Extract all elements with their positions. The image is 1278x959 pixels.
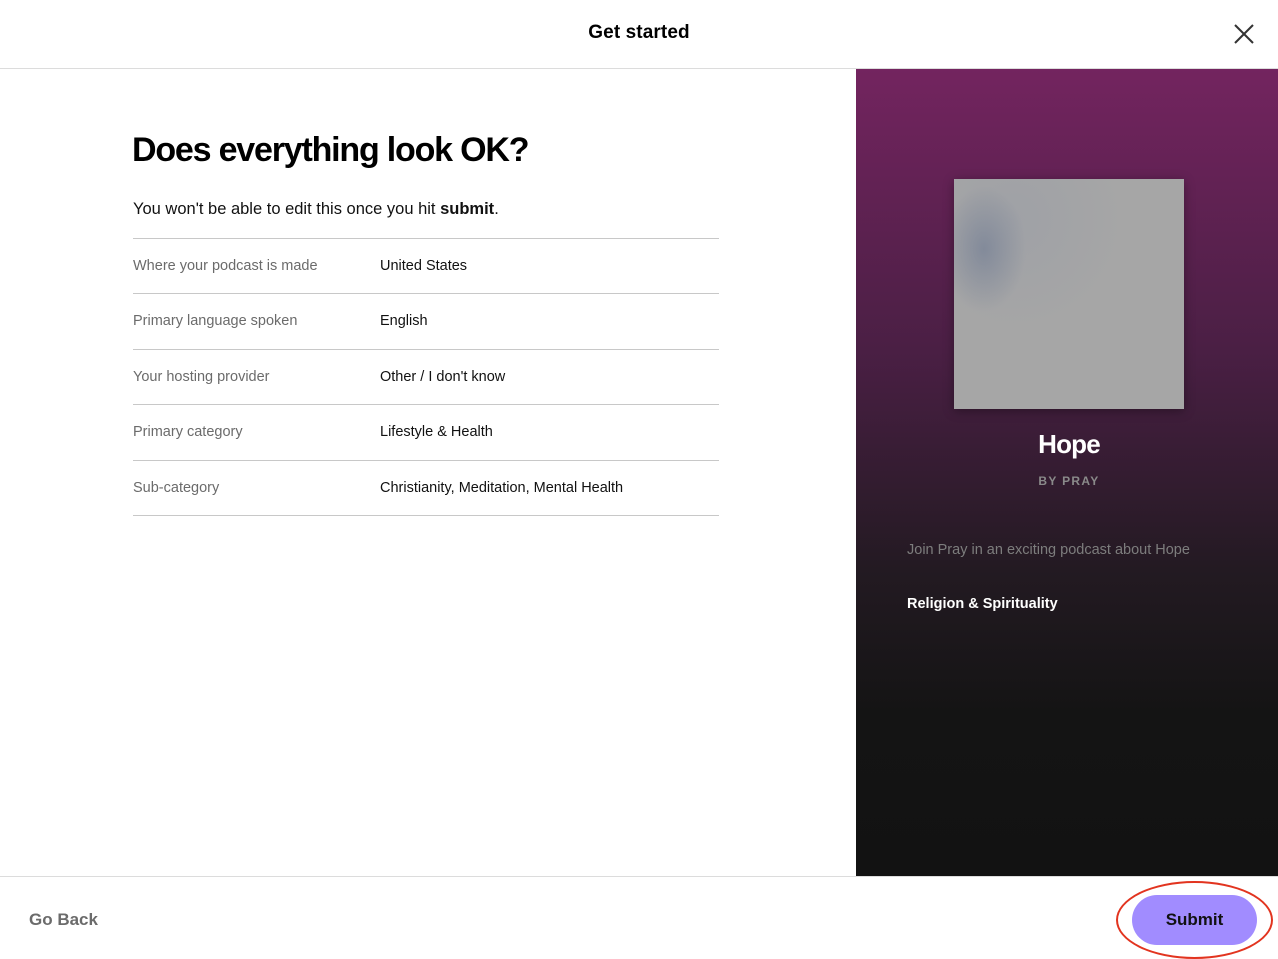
row-label: Where your podcast is made <box>133 258 318 274</box>
row-label: Your hosting provider <box>133 368 270 385</box>
modal-header: Get started <box>0 0 1278 69</box>
review-heading: Does everything look OK? <box>132 131 529 169</box>
row-value: Christianity, Meditation, Mental Health <box>380 479 624 496</box>
subtext-prefix: You won't be able to edit this once you … <box>133 200 441 218</box>
close-button[interactable] <box>1228 18 1260 50</box>
row-value: Lifestyle & Health <box>380 424 493 441</box>
podcast-category: Religion & Spirituality <box>907 596 1058 612</box>
review-row-subcategory: Sub-category Christianity, Meditation, M… <box>133 461 719 516</box>
review-table: Where your podcast is made United States… <box>133 238 719 516</box>
podcast-title: Hope <box>1038 429 1101 459</box>
review-subtext: You won't be able to edit this once you … <box>133 200 499 219</box>
close-icon <box>1234 24 1254 44</box>
row-label: Primary category <box>133 424 243 441</box>
review-row-language: Primary language spoken English <box>133 294 719 350</box>
modal-footer: Go Back Submit <box>0 876 1278 959</box>
podcast-author: BY PRAY <box>1038 474 1100 488</box>
go-back-button[interactable]: Go Back <box>29 910 98 930</box>
row-value: Other / I don't know <box>380 368 506 385</box>
podcast-description: Join Pray in an exciting podcast about H… <box>907 542 1190 558</box>
page-title: Get started <box>588 22 690 43</box>
review-row-country: Where your podcast is made United States <box>133 239 719 295</box>
row-label: Sub-category <box>133 479 220 496</box>
podcast-preview-panel: Hope BY PRAY Join Pray in an exciting po… <box>856 69 1278 876</box>
podcast-cover-image <box>954 179 1184 409</box>
row-value: English <box>380 313 428 330</box>
review-row-category: Primary category Lifestyle & Health <box>133 405 719 461</box>
review-row-hosting: Your hosting provider Other / I don't kn… <box>133 350 719 406</box>
subtext-bold: submit <box>440 200 495 218</box>
submit-button[interactable]: Submit <box>1132 895 1257 945</box>
row-value: United States <box>380 258 468 274</box>
subtext-suffix: . <box>494 200 499 218</box>
review-panel: Does everything look OK? You won't be ab… <box>0 69 856 876</box>
row-label: Primary language spoken <box>133 313 298 330</box>
